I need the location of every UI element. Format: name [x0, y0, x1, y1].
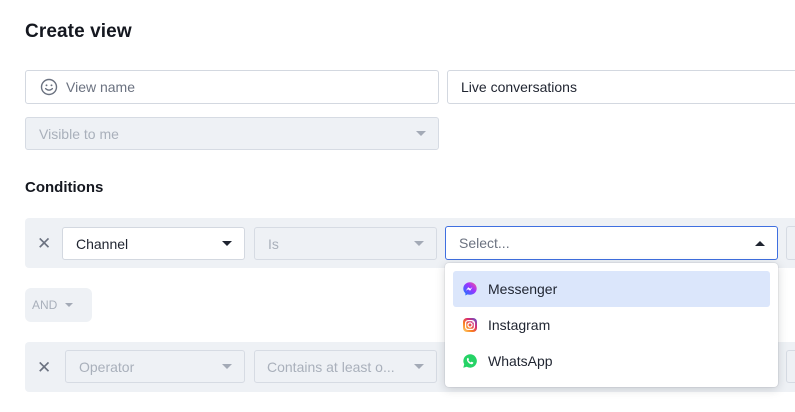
condition-operator-select[interactable]: Is	[254, 227, 437, 260]
dropdown-option-messenger[interactable]: Messenger	[453, 271, 770, 307]
view-name-placeholder: View name	[66, 79, 136, 95]
condition-field-select[interactable]: Operator	[65, 350, 245, 383]
chevron-down-icon	[414, 241, 424, 246]
condition-operator-select[interactable]: Contains at least o...	[254, 350, 437, 383]
dropdown-option-label: Instagram	[488, 317, 551, 333]
visibility-select[interactable]: Visible to me	[25, 117, 439, 150]
visibility-select-value: Visible to me	[39, 125, 119, 142]
remove-condition-icon[interactable]: ✕	[37, 359, 51, 376]
condition-operator-value: Is	[268, 235, 279, 252]
condition-field-value: Channel	[76, 235, 129, 252]
dropdown-option-label: WhatsApp	[488, 353, 553, 369]
dropdown-option-label: Messenger	[488, 281, 558, 297]
view-name-value: Live conversations	[461, 79, 577, 95]
chevron-up-icon	[755, 240, 765, 246]
page-title: Create view	[25, 21, 132, 42]
condition-field-value: Operator	[79, 358, 135, 375]
dropdown-option-instagram[interactable]: Instagram	[453, 307, 770, 343]
logic-operator-select[interactable]: AND	[25, 288, 92, 322]
chevron-down-icon	[222, 364, 232, 369]
condition-extra-field[interactable]	[786, 350, 795, 383]
chevron-down-icon	[414, 364, 424, 369]
conditions-heading: Conditions	[25, 179, 104, 196]
view-name-value-input[interactable]: Live conversations	[447, 70, 795, 104]
remove-condition-icon[interactable]: ✕	[37, 235, 51, 252]
condition-extra-field[interactable]	[786, 226, 795, 260]
condition-value-placeholder: Select...	[459, 235, 510, 251]
chevron-down-icon	[416, 131, 426, 136]
condition-operator-value: Contains at least o...	[267, 358, 395, 375]
view-name-input[interactable]: View name	[25, 70, 439, 104]
channel-dropdown-menu: Messenger Instagram WhatsApp	[445, 263, 778, 387]
whatsapp-icon	[463, 354, 477, 368]
instagram-icon	[463, 318, 477, 332]
condition-value-select[interactable]: Select...	[445, 226, 778, 260]
chevron-down-icon	[65, 303, 74, 307]
dropdown-option-whatsapp[interactable]: WhatsApp	[453, 343, 770, 379]
logic-operator-value: AND	[32, 298, 58, 312]
emoji-picker-icon[interactable]	[40, 78, 58, 96]
messenger-icon	[463, 282, 477, 296]
condition-field-select[interactable]: Channel	[62, 227, 245, 260]
chevron-down-icon	[222, 241, 232, 246]
